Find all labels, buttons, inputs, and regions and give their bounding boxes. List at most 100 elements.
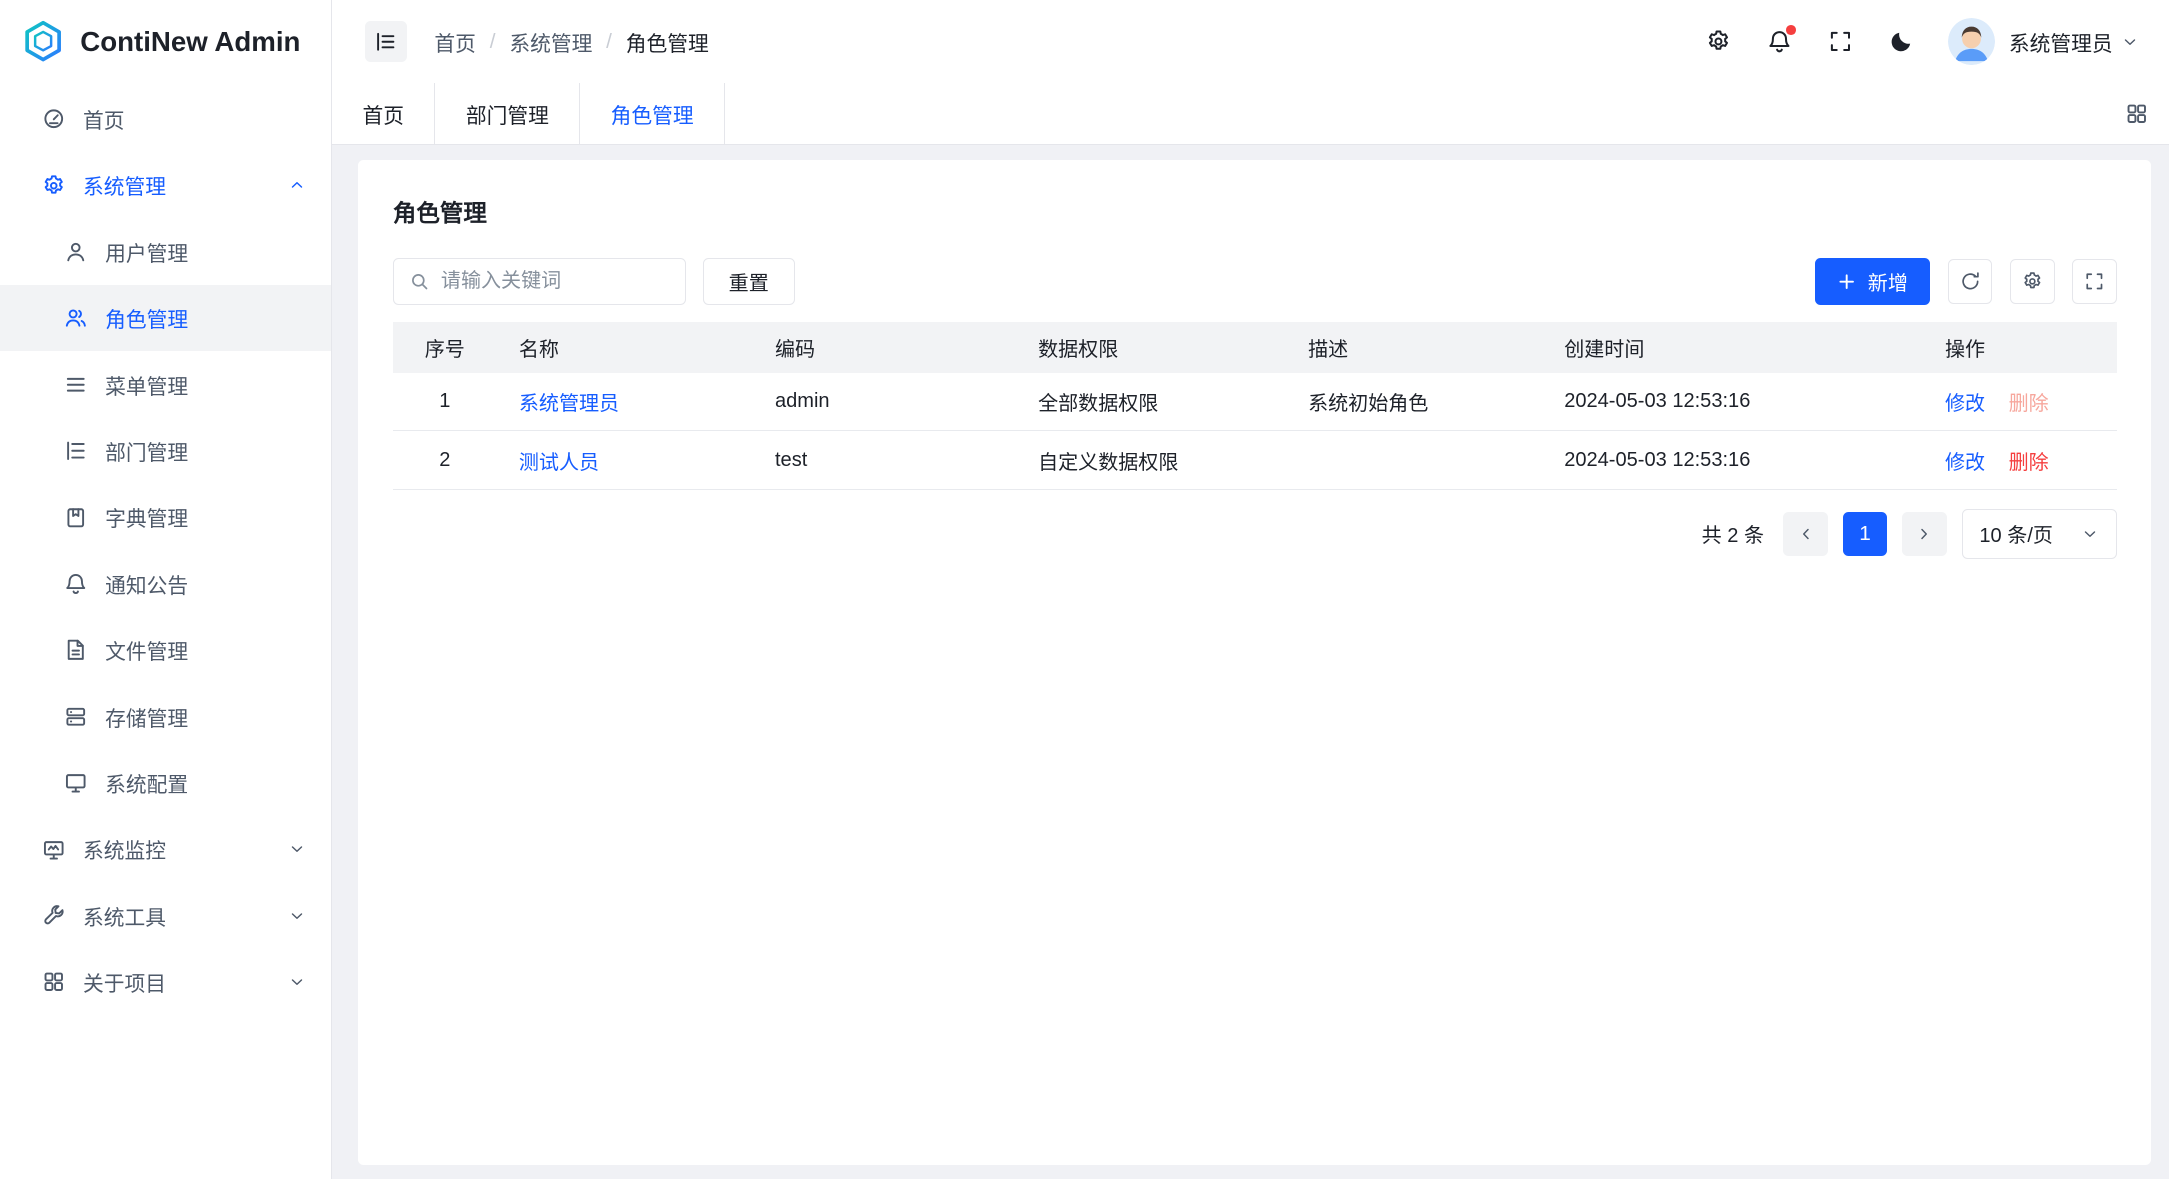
content-area: 角色管理 重置 新增 bbox=[332, 145, 2169, 1178]
breadcrumb-current: 角色管理 bbox=[626, 27, 709, 57]
delete-link-disabled: 删除 bbox=[2009, 393, 2049, 415]
breadcrumb-home[interactable]: 首页 bbox=[434, 27, 476, 57]
sidebar-item-dict-management[interactable]: 字典管理 bbox=[0, 484, 331, 550]
logo[interactable]: ContiNew Admin bbox=[0, 0, 331, 83]
tab-actions-button[interactable] bbox=[2104, 83, 2169, 144]
sidebar-item-system-config[interactable]: 系统配置 bbox=[0, 750, 331, 816]
fullscreen-button[interactable] bbox=[1826, 28, 1854, 56]
column-header-permission: 数据权限 bbox=[1016, 322, 1286, 373]
gear-icon bbox=[2022, 271, 2043, 292]
sidebar-item-system-management[interactable]: 系统管理 bbox=[0, 152, 331, 218]
role-name-link[interactable]: 测试人员 bbox=[519, 452, 599, 474]
sidebar-item-dept-management[interactable]: 部门管理 bbox=[0, 418, 331, 484]
search-icon bbox=[409, 271, 430, 292]
chevron-down-icon[interactable] bbox=[2121, 33, 2139, 51]
current-user-name[interactable]: 系统管理员 bbox=[2009, 27, 2113, 57]
tab-label: 角色管理 bbox=[611, 99, 694, 129]
sidebar-item-label: 关于项目 bbox=[83, 967, 166, 997]
add-button[interactable]: 新增 bbox=[1815, 258, 1930, 305]
prev-page-button[interactable] bbox=[1783, 512, 1827, 556]
sidebar-item-label: 系统配置 bbox=[105, 768, 188, 798]
tab-role-management[interactable]: 角色管理 bbox=[580, 83, 725, 144]
sidebar-item-storage-management[interactable]: 存储管理 bbox=[0, 683, 331, 749]
column-header-operations: 操作 bbox=[1923, 322, 2117, 373]
add-button-label: 新增 bbox=[1868, 267, 1908, 296]
sidebar-item-label: 字典管理 bbox=[105, 502, 188, 532]
roles-table: 序号 名称 编码 数据权限 描述 创建时间 操作 1 系统管理员 bbox=[393, 322, 2117, 490]
sidebar-item-label: 通知公告 bbox=[105, 569, 188, 599]
sidebar-item-label: 用户管理 bbox=[105, 237, 188, 267]
edit-link[interactable]: 修改 bbox=[1945, 452, 1985, 474]
role-name-link[interactable]: 系统管理员 bbox=[519, 393, 619, 415]
topbar-right: 系统管理员 bbox=[1671, 18, 2139, 65]
page-number-1[interactable]: 1 bbox=[1843, 512, 1887, 556]
cell-operations: 修改 删除 bbox=[1923, 431, 2117, 489]
storage-icon bbox=[64, 705, 88, 729]
refresh-button[interactable] bbox=[1948, 259, 1992, 303]
chevron-right-icon bbox=[1915, 525, 1933, 543]
search-input[interactable] bbox=[441, 270, 670, 293]
chevron-down-icon bbox=[288, 973, 306, 991]
cell-code: test bbox=[753, 431, 1016, 489]
sidebar-item-label: 文件管理 bbox=[105, 635, 188, 665]
sidebar-item-user-management[interactable]: 用户管理 bbox=[0, 219, 331, 285]
sidebar-item-role-management[interactable]: 角色管理 bbox=[0, 285, 331, 351]
cell-no: 1 bbox=[393, 373, 497, 431]
sidebar-item-system-monitor[interactable]: 系统监控 bbox=[0, 816, 331, 882]
page-title: 角色管理 bbox=[393, 194, 2117, 228]
delete-link[interactable]: 删除 bbox=[2009, 452, 2049, 474]
cell-created: 2024-05-03 12:53:16 bbox=[1542, 431, 1923, 489]
sidebar-nav: 首页 系统管理 用户管理 角色管理 菜单管理 部门管理 bbox=[0, 83, 331, 1179]
sidebar-item-system-tools[interactable]: 系统工具 bbox=[0, 883, 331, 949]
main-column: 首页 / 系统管理 / 角色管理 bbox=[332, 0, 2169, 1179]
column-header-description: 描述 bbox=[1286, 322, 1542, 373]
sidebar-item-menu-management[interactable]: 菜单管理 bbox=[0, 351, 331, 417]
sidebar-item-label: 存储管理 bbox=[105, 702, 188, 732]
sidebar-item-home[interactable]: 首页 bbox=[0, 86, 331, 152]
expand-table-button[interactable] bbox=[2072, 259, 2116, 303]
moon-icon bbox=[1889, 29, 1914, 54]
expand-icon bbox=[2084, 271, 2105, 292]
table-header-row: 序号 名称 编码 数据权限 描述 创建时间 操作 bbox=[393, 322, 2117, 373]
gear-icon bbox=[42, 174, 66, 198]
sidebar-item-notice[interactable]: 通知公告 bbox=[0, 551, 331, 617]
avatar[interactable] bbox=[1948, 18, 1995, 65]
tab-home[interactable]: 首页 bbox=[332, 83, 435, 144]
role-management-card: 角色管理 重置 新增 bbox=[358, 160, 2151, 1164]
edit-link[interactable]: 修改 bbox=[1945, 393, 1985, 415]
toolbar-right: 新增 bbox=[1815, 258, 2117, 305]
sidebar-item-label: 角色管理 bbox=[105, 303, 188, 333]
chevron-down-icon bbox=[288, 907, 306, 925]
page-size-select[interactable]: 10 条/页 bbox=[1962, 509, 2117, 559]
cell-description: 系统初始角色 bbox=[1286, 373, 1542, 431]
notifications-button[interactable] bbox=[1765, 28, 1793, 56]
toolbar: 重置 新增 bbox=[393, 258, 2117, 305]
sidebar-item-file-management[interactable]: 文件管理 bbox=[0, 617, 331, 683]
sidebar-item-label: 系统工具 bbox=[83, 901, 166, 931]
tab-label: 部门管理 bbox=[466, 99, 549, 129]
book-icon bbox=[64, 506, 88, 530]
collapse-sidebar-icon bbox=[374, 30, 398, 54]
settings-button[interactable] bbox=[1705, 28, 1733, 56]
reset-button[interactable]: 重置 bbox=[703, 258, 795, 305]
logo-icon bbox=[21, 19, 65, 63]
cell-code: admin bbox=[753, 373, 1016, 431]
pagination: 共 2 条 1 10 条/页 bbox=[393, 509, 2117, 559]
dark-mode-toggle[interactable] bbox=[1887, 28, 1915, 56]
bell-icon bbox=[64, 572, 88, 596]
column-header-name: 名称 bbox=[497, 322, 753, 373]
monitor-icon bbox=[42, 838, 66, 862]
tab-dept-management[interactable]: 部门管理 bbox=[435, 83, 580, 144]
sidebar: ContiNew Admin 首页 系统管理 用户管理 角色管理 bbox=[0, 0, 332, 1179]
desktop-icon bbox=[64, 771, 88, 795]
next-page-button[interactable] bbox=[1902, 512, 1946, 556]
table-settings-button[interactable] bbox=[2010, 259, 2054, 303]
breadcrumb-system[interactable]: 系统管理 bbox=[509, 27, 592, 57]
tab-label: 首页 bbox=[362, 99, 404, 129]
dashboard-icon bbox=[42, 107, 66, 131]
avatar-image bbox=[1948, 18, 1995, 65]
chevron-up-icon bbox=[288, 176, 306, 194]
app-title: ContiNew Admin bbox=[80, 26, 300, 58]
collapse-sidebar-button[interactable] bbox=[365, 21, 407, 63]
sidebar-item-about-project[interactable]: 关于项目 bbox=[0, 949, 331, 1015]
